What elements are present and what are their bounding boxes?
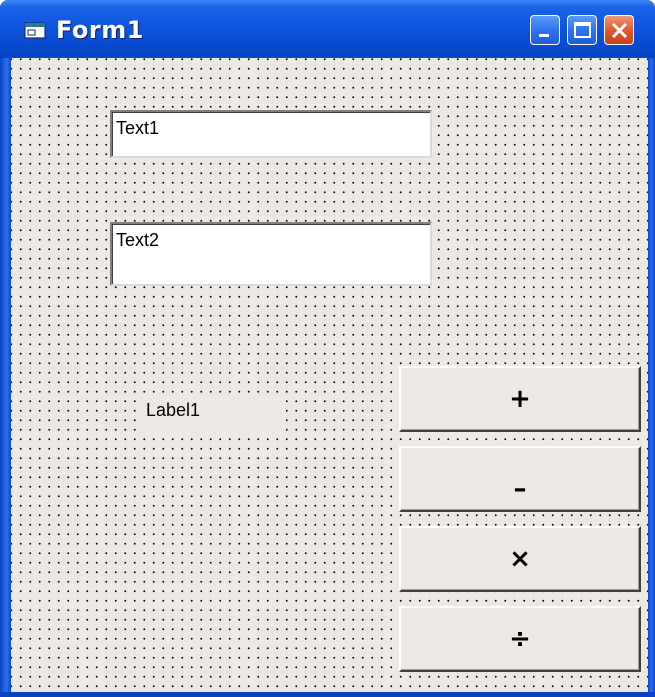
minimize-icon	[539, 34, 549, 37]
window-frame-left	[0, 58, 11, 697]
divide-button[interactable]: ÷	[399, 606, 641, 672]
subtract-button[interactable]: –	[399, 446, 641, 512]
close-icon	[611, 22, 628, 39]
multiply-button-label: ×	[509, 544, 531, 574]
divide-button-label: ÷	[509, 624, 531, 654]
title-bar[interactable]: Form1	[0, 0, 655, 58]
window-frame-right	[648, 58, 655, 697]
add-button-label: +	[509, 384, 531, 414]
window-title: Form1	[56, 16, 144, 44]
form-window: Form1 Text1 Text2 Label1 + – × ÷	[0, 0, 655, 697]
label1: Label1	[140, 396, 286, 432]
close-button[interactable]	[604, 15, 634, 45]
form-icon	[24, 22, 46, 40]
subtract-button-label: –	[513, 474, 527, 504]
add-button[interactable]: +	[399, 366, 641, 432]
maximize-button[interactable]	[567, 15, 597, 45]
text1-textbox[interactable]: Text1	[110, 110, 432, 158]
window-frame-bottom	[0, 692, 655, 697]
minimize-button[interactable]	[530, 15, 560, 45]
maximize-icon	[574, 22, 591, 38]
multiply-button[interactable]: ×	[399, 526, 641, 592]
text2-textbox[interactable]: Text2	[110, 222, 432, 286]
